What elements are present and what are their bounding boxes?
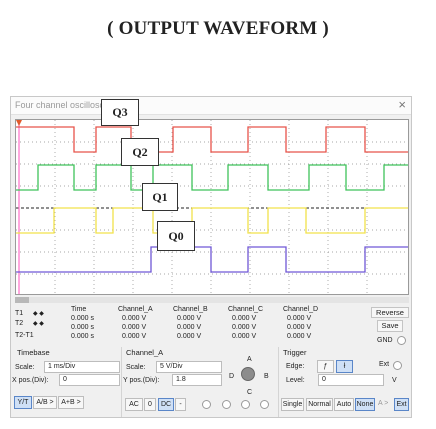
selector-label-c: C [247, 389, 253, 396]
oscilloscope-window: Four channel oscillosco × Time Channel_A… [10, 96, 412, 418]
ac-coupling-button[interactable]: AC [125, 398, 143, 411]
t1-arrows-icon[interactable]: ◆ ◆ [33, 310, 44, 317]
x-position-input[interactable]: 0 [59, 374, 120, 386]
t1-time: 0.000 s [71, 315, 94, 322]
dc-coupling-button[interactable]: DC [158, 398, 174, 411]
level-input[interactable]: 0 [318, 374, 384, 386]
channel-terminal-2[interactable] [222, 400, 231, 409]
channel-c-trace [16, 207, 408, 234]
selector-label-a: A [247, 356, 252, 363]
edge-label: Edge: [286, 363, 305, 370]
y-position-input[interactable]: 1.8 [172, 374, 222, 386]
channel-terminal-4[interactable] [260, 400, 269, 409]
gnd-label: GND [377, 337, 393, 344]
panel-divider [121, 347, 122, 417]
ext-trigger-button[interactable]: Ext [394, 398, 409, 411]
trigger-title: Trigger [283, 348, 307, 357]
trigger-marker-icon [16, 120, 22, 126]
row-label-t2-t1: T2-T1 [15, 332, 34, 339]
waveform-display [16, 120, 408, 294]
normal-mode-button[interactable]: Normal [306, 398, 333, 411]
x-position-label: X pos.(Div): [12, 377, 49, 384]
selector-label-d: D [229, 373, 235, 380]
measurement-table: Time Channel_A Channel_B Channel_C Chann… [15, 306, 365, 344]
falling-edge-button[interactable]: ł [336, 360, 353, 373]
channel-a-trace [16, 126, 408, 153]
waveform-label-q0: Q0 [157, 221, 195, 251]
header-time: Time [71, 306, 87, 313]
zero-coupling-button[interactable]: 0 [144, 398, 156, 411]
timebase-title: Timebase [17, 348, 50, 357]
ext-trigger-terminal[interactable] [393, 361, 402, 370]
waveform-label-q3: Q3 [101, 99, 139, 126]
t2t1-channel-d: 0.000 V [287, 333, 312, 340]
save-button[interactable]: Save [377, 320, 403, 332]
channel-d-trace [16, 246, 408, 273]
t2t1-time: 0.000 s [71, 333, 94, 340]
header-channel-c: Channel_C [228, 306, 264, 313]
invert-button[interactable]: - [175, 398, 186, 411]
single-mode-button[interactable]: Single [281, 398, 304, 411]
waveform-label-q1: Q1 [142, 183, 178, 211]
auto-mode-button[interactable]: Auto [334, 398, 354, 411]
t2-time: 0.000 s [71, 324, 94, 331]
row-label-t2: T2 [15, 320, 24, 327]
header-channel-b: Channel_B [173, 306, 208, 313]
window-title: Four channel oscillosco [15, 100, 110, 110]
t2t1-channel-a: 0.000 V [122, 333, 147, 340]
t2-channel-d: 0.000 V [287, 324, 312, 331]
t2-arrows-icon[interactable]: ◆ ◆ [33, 320, 44, 327]
waveform-label-q2: Q2 [121, 138, 159, 166]
oscilloscope-screen [15, 119, 409, 295]
page-heading: ( OUTPUT WAVEFORM ) [107, 18, 329, 39]
t1-channel-d: 0.000 V [287, 315, 312, 322]
reverse-button[interactable]: Reverse [371, 307, 409, 318]
timebase-scale-input[interactable]: 1 ms/Div [44, 361, 120, 373]
close-icon[interactable]: × [398, 97, 406, 112]
t1-channel-c: 0.000 V [232, 315, 257, 322]
a-plus-b-mode-button[interactable]: A+B > [58, 396, 84, 409]
gnd-terminal[interactable] [397, 336, 406, 345]
t2t1-channel-b: 0.000 V [177, 333, 202, 340]
yt-mode-button[interactable]: Y/T [14, 396, 32, 409]
selector-label-b: B [264, 373, 269, 380]
channel-title: Channel_A [126, 348, 164, 357]
t2-channel-b: 0.000 V [177, 324, 202, 331]
window-titlebar: Four channel oscillosco × [11, 97, 411, 115]
channel-terminal-1[interactable] [202, 400, 211, 409]
rising-edge-button[interactable]: ƒ [317, 360, 334, 373]
ext-label: Ext [379, 361, 390, 368]
row-label-t1: T1 [15, 310, 24, 317]
t2-channel-a: 0.000 V [122, 324, 147, 331]
t2-channel-c: 0.000 V [232, 324, 257, 331]
header-channel-d: Channel_D [283, 306, 319, 313]
channel-scale-label: Scale: [126, 364, 146, 371]
t1-channel-b: 0.000 V [177, 315, 202, 322]
level-unit: V [392, 377, 397, 384]
channel-terminal-3[interactable] [241, 400, 250, 409]
none-mode-button[interactable]: None [355, 398, 375, 411]
scrollbar-thumb[interactable] [15, 297, 29, 303]
channel-selector-knob[interactable] [241, 367, 255, 381]
level-label: Level: [286, 377, 305, 384]
panel-divider-2 [278, 347, 279, 417]
header-channel-a: Channel_A [118, 306, 153, 313]
channel-scale-input[interactable]: 5 V/Div [156, 361, 222, 373]
a-trigger-arrow[interactable]: A > [378, 400, 388, 407]
t2t1-channel-c: 0.000 V [232, 333, 257, 340]
timebase-scale-label: Scale: [15, 364, 35, 371]
ab-mode-button[interactable]: A/B > [33, 396, 57, 409]
t1-channel-a: 0.000 V [122, 315, 147, 322]
y-position-label: Y pos.(Div): [123, 377, 160, 384]
horizontal-scrollbar[interactable] [15, 297, 409, 303]
